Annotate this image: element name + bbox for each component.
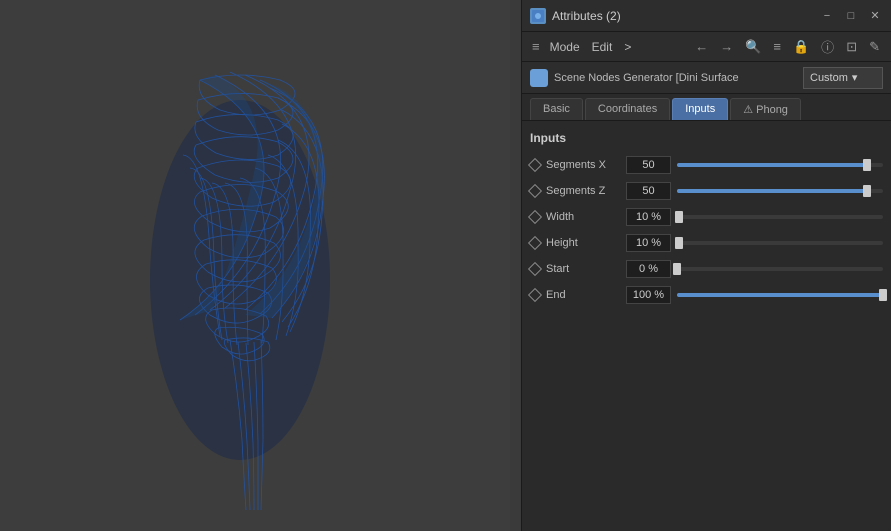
hamburger-icon[interactable]: ≡: [530, 37, 542, 56]
param-diamond-segments_z: [528, 184, 542, 198]
param-value-segments_x[interactable]: [626, 156, 671, 174]
preset-dropdown[interactable]: Custom ▾: [803, 67, 883, 89]
param-diamond-segments_x: [528, 158, 542, 172]
param-name-segments_z: Segments Z: [546, 185, 626, 197]
param-row-segments_x: Segments X: [530, 153, 883, 177]
param-row-height: Height: [530, 231, 883, 255]
toolbar-actions: ← → 🔍 ≡ 🔒 ⓘ ⊡ ✎: [692, 35, 883, 58]
param-row-width: Width: [530, 205, 883, 229]
info-icon[interactable]: ⓘ: [818, 35, 837, 58]
edit-icon[interactable]: ✎: [866, 37, 883, 57]
param-row-start: Start: [530, 257, 883, 281]
param-row-end: End: [530, 283, 883, 307]
toolbar-menu: Mode Edit >: [550, 40, 632, 54]
dropdown-arrow: ▾: [852, 71, 858, 84]
param-slider-segments_z[interactable]: [677, 189, 883, 193]
viewport: [0, 0, 510, 531]
tab-coordinates[interactable]: Coordinates: [585, 98, 670, 120]
param-slider-segments_x[interactable]: [677, 163, 883, 167]
param-value-end[interactable]: [626, 286, 671, 304]
param-slider-height[interactable]: [677, 241, 883, 245]
param-diamond-width: [528, 210, 542, 224]
attributes-panel: Attributes (2) − □ ✕ ≡ Mode Edit > ← → 🔍…: [521, 0, 891, 531]
section-title: Inputs: [530, 131, 883, 145]
tab-phong[interactable]: ⚠ Phong: [730, 98, 801, 120]
param-value-width[interactable]: [626, 208, 671, 226]
param-value-height[interactable]: [626, 234, 671, 252]
param-name-segments_x: Segments X: [546, 159, 626, 171]
tab-basic[interactable]: Basic: [530, 98, 583, 120]
param-name-height: Height: [546, 237, 626, 249]
window-controls: − □ ✕: [819, 8, 883, 24]
param-diamond-start: [528, 262, 542, 276]
param-diamond-height: [528, 236, 542, 250]
node-bar: Scene Nodes Generator [Dini Surface Cust…: [522, 62, 891, 94]
param-value-start[interactable]: [626, 260, 671, 278]
preset-label: Custom: [810, 72, 848, 84]
param-value-segments_z[interactable]: [626, 182, 671, 200]
back-button[interactable]: ←: [692, 37, 711, 56]
param-slider-width[interactable]: [677, 215, 883, 219]
param-slider-start[interactable]: [677, 267, 883, 271]
title-bar: Attributes (2) − □ ✕: [522, 0, 891, 32]
param-row-segments_z: Segments Z: [530, 179, 883, 203]
panel-title: Attributes (2): [552, 9, 621, 23]
maximize-button[interactable]: □: [843, 8, 859, 24]
toolbar: ≡ Mode Edit > ← → 🔍 ≡ 🔒 ⓘ ⊡ ✎: [522, 32, 891, 62]
param-name-width: Width: [546, 211, 626, 223]
tabs: BasicCoordinatesInputs⚠ Phong: [522, 94, 891, 121]
param-name-start: Start: [546, 263, 626, 275]
content-area: Inputs Segments X Segments Z Width Heigh…: [522, 121, 891, 531]
param-slider-end[interactable]: [677, 293, 883, 297]
node-icon: [530, 69, 548, 87]
param-diamond-end: [528, 288, 542, 302]
node-name: Scene Nodes Generator [Dini Surface: [554, 72, 797, 84]
mode-menu[interactable]: Mode: [550, 40, 580, 54]
more-menu[interactable]: >: [624, 40, 631, 54]
param-name-end: End: [546, 289, 626, 301]
edit-menu[interactable]: Edit: [592, 40, 613, 54]
minimize-button[interactable]: −: [819, 8, 835, 24]
window-icon: [530, 8, 546, 24]
search-icon[interactable]: 🔍: [742, 37, 764, 57]
external-icon[interactable]: ⊡: [843, 37, 860, 57]
lock-icon[interactable]: 🔒: [790, 37, 812, 57]
forward-button[interactable]: →: [717, 37, 736, 56]
params-list: Segments X Segments Z Width Height S: [530, 153, 883, 307]
tab-inputs[interactable]: Inputs: [672, 98, 728, 120]
list-icon[interactable]: ≡: [770, 37, 784, 56]
close-button[interactable]: ✕: [867, 8, 883, 24]
